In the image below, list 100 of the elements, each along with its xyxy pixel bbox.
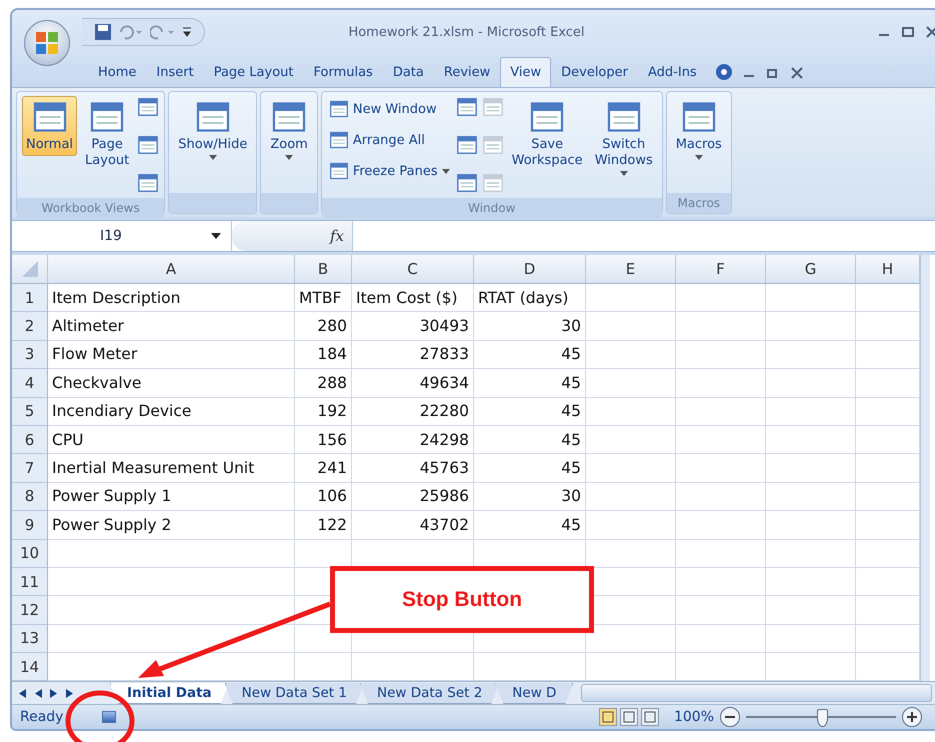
close-icon[interactable] [926,26,935,38]
minus-icon [725,716,735,718]
row-header[interactable]: 4 [12,369,48,398]
table-cell: 45 [474,454,586,483]
plus-icon [907,712,917,722]
ribbon-button[interactable]: Show/Hide [174,96,252,163]
ribbon-button[interactable]: Arrange All [326,127,452,153]
restore-icon[interactable] [766,67,779,79]
column-header[interactable]: D [474,255,586,284]
table-cell [856,482,920,512]
table-cell [856,624,920,654]
view-button[interactable] [640,708,659,726]
row-header[interactable]: 5 [12,398,48,426]
ribbon-button[interactable]: Save Workspace [508,96,587,172]
slider-thumb[interactable] [817,709,828,728]
column-header[interactable]: E [586,255,676,284]
column-header[interactable]: A [48,255,295,284]
ribbon-tab[interactable]: Insert [146,57,204,87]
insert-function-button[interactable]: fx [330,227,344,245]
table-cell: 45 [474,398,586,426]
table-cell: Power Supply 1 [48,482,295,512]
column-header[interactable]: B [295,255,352,284]
column-header[interactable]: F [676,255,766,284]
zoom-out-button[interactable] [720,707,740,728]
save-icon[interactable] [94,23,112,41]
stop-recording-button[interactable] [102,711,116,724]
ribbon-tab[interactable]: Review [434,57,500,87]
table-cell: Item Description [48,284,295,312]
table-cell: 241 [295,454,352,483]
page-view-icon [622,711,635,724]
row-header[interactable]: 1 [12,284,48,312]
ribbon-tab[interactable]: Formulas [303,57,383,87]
ribbon-tab[interactable]: Home [88,57,146,87]
callout-text: Stop Button [402,588,522,612]
customize-caret-icon[interactable] [182,25,192,39]
row-header[interactable]: 6 [12,426,48,454]
row-header[interactable]: 10 [12,540,48,568]
help-icon[interactable] [714,63,733,81]
table-cell [856,454,920,483]
ribbon-button[interactable]: Page Layout [81,96,134,172]
table-cell [856,511,920,540]
column-header[interactable]: C [352,255,474,284]
table-cell: 22280 [352,398,474,426]
zoom-in-button[interactable] [902,707,922,728]
name-box[interactable]: I19 [12,221,232,251]
window-icon [137,172,160,194]
row-header[interactable]: 3 [12,340,48,370]
table-cell [856,340,920,370]
office-button[interactable] [24,20,70,66]
horizontal-scrollbar[interactable] [581,684,932,702]
group-label: Workbook Views [17,198,164,218]
table-cell: 45 [474,340,586,370]
table-cell: 106 [295,482,352,512]
row-header[interactable]: 11 [12,568,48,596]
column-header[interactable]: H [856,255,920,284]
status-text: Ready [19,709,64,726]
vertical-scrollbar[interactable] [920,255,930,682]
window-icon [328,130,349,150]
table-cell: 280 [295,312,352,341]
sheet-tab[interactable]: New Data Set 2 [360,682,500,704]
ribbon-tab[interactable]: Add-Ins [638,57,707,87]
table-cell: Checkvalve [48,369,295,398]
column-header[interactable]: G [766,255,856,284]
ribbon-tab[interactable]: Developer [551,57,638,87]
row-header[interactable]: 7 [12,454,48,483]
row-header[interactable]: 9 [12,511,48,540]
row-header[interactable]: 12 [12,596,48,625]
ribbon-button[interactable]: Macros [672,96,726,163]
sheet-tab[interactable]: Initial Data [110,682,229,704]
window-icon [137,96,160,118]
row-header[interactable]: 14 [12,653,48,682]
page-view-icon [602,711,614,724]
window-title: Homework 21.xlsm - Microsoft Excel [347,24,586,40]
window-icon [328,161,349,181]
view-button[interactable] [620,708,638,726]
sheet-tab[interactable]: New Data Set 1 [224,682,364,704]
sheet-tab[interactable]: New D [495,682,574,704]
ribbon-button[interactable]: Normal [22,96,78,156]
table-cell [856,540,920,568]
table-cell: Incendiary Device [48,398,295,426]
ribbon-button[interactable]: Zoom [266,96,312,163]
row-header[interactable]: 8 [12,482,48,512]
table-cell [856,596,920,625]
row-header[interactable]: 13 [12,624,48,654]
ribbon-button[interactable]: Switch Windows [590,96,657,179]
table-cell: 192 [295,398,352,426]
maximize-icon[interactable] [902,26,914,38]
ribbon-tab[interactable]: Page Layout [204,57,304,87]
ribbon-button[interactable]: New Window [326,96,452,122]
view-button[interactable] [598,708,617,726]
zoom-level[interactable]: 100% [674,709,714,726]
row-header[interactable]: 2 [12,312,48,341]
table-cell: MTBF [295,284,352,312]
table-cell: 184 [295,340,352,370]
ribbon-tab[interactable]: Data [382,57,434,87]
ribbon-tab[interactable]: View [500,57,552,87]
close-icon[interactable] [790,67,803,79]
ribbon-button[interactable]: Freeze Panes [326,158,452,184]
table-cell: 30 [474,312,586,341]
table-cell: 45 [474,511,586,540]
